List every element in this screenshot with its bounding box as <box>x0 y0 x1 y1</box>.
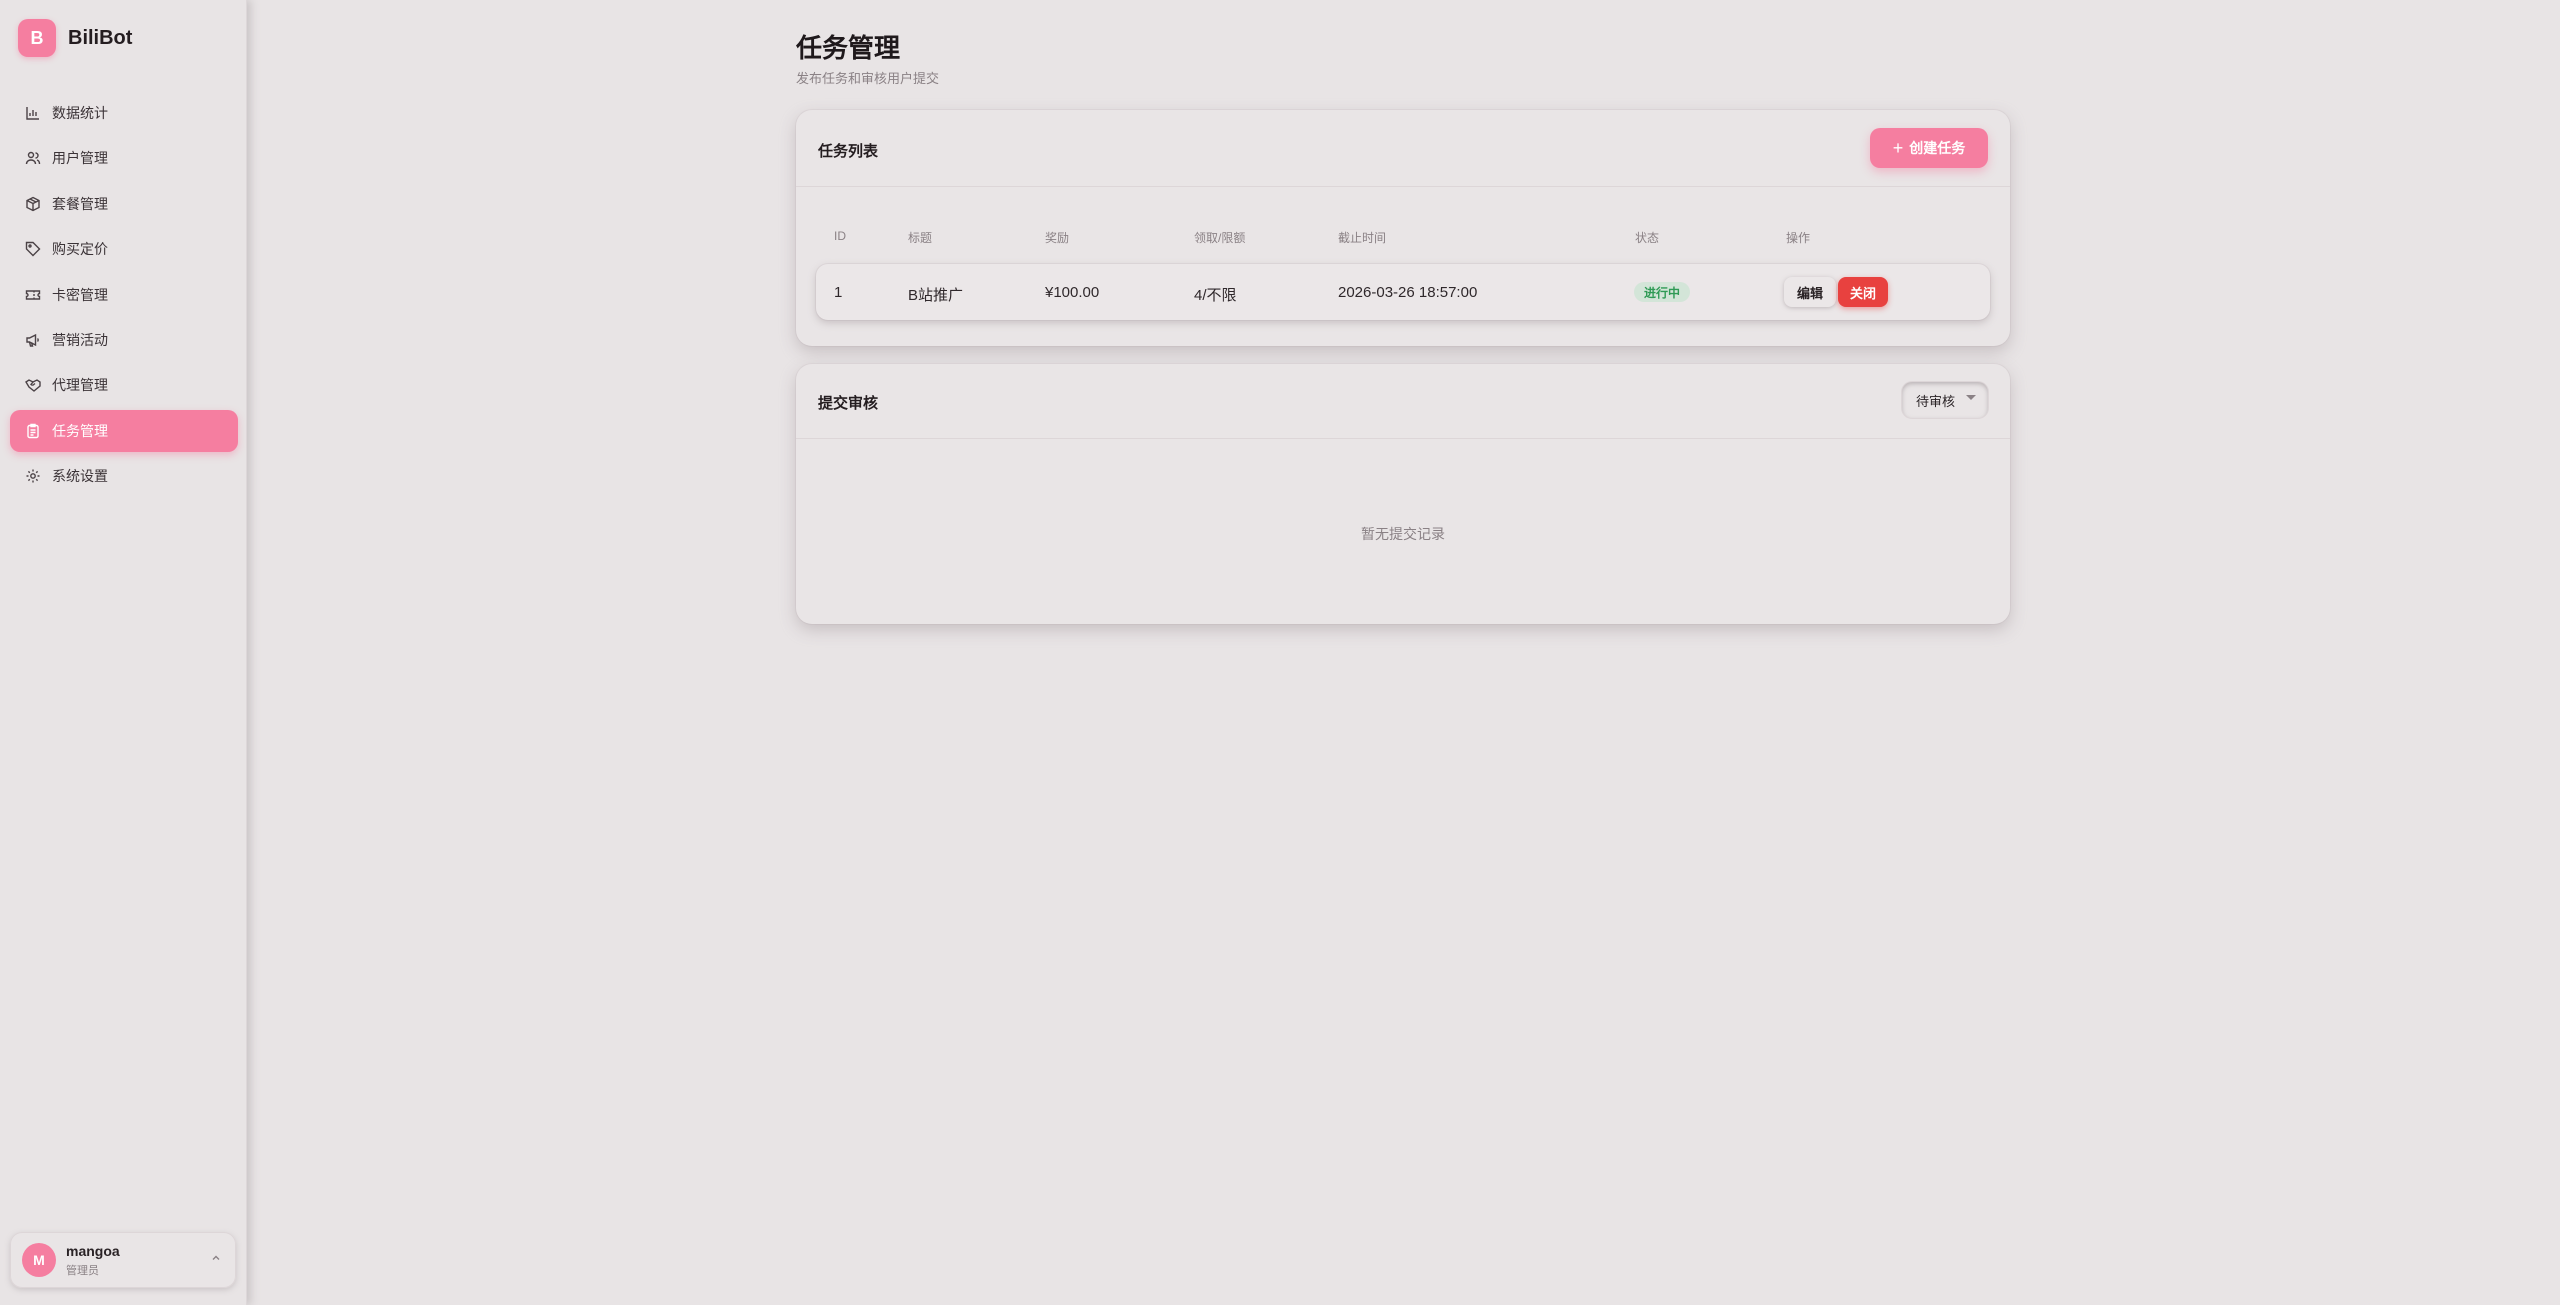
sidebar-item-packages[interactable]: 套餐管理 <box>10 183 238 225</box>
column-header-id: ID <box>834 229 846 243</box>
megaphone-icon <box>24 331 42 349</box>
page-subtitle: 发布任务和审核用户提交 <box>796 71 940 86</box>
chevron-down-icon <box>1966 395 1976 400</box>
sidebar-item-label: 代理管理 <box>52 377 108 394</box>
gear-icon <box>24 467 42 485</box>
avatar: M <box>22 1243 56 1277</box>
user-info: mangoa 管理员 <box>66 1243 120 1278</box>
page-title: 任务管理 <box>796 33 901 63</box>
sidebar-item-label: 购买定价 <box>52 241 108 258</box>
bar-chart-icon <box>24 104 42 122</box>
sidebar-item-label: 营销活动 <box>52 331 108 348</box>
review-status-select[interactable]: 待审核 <box>1902 382 1988 418</box>
column-header-quota: 领取/限额 <box>1194 231 1246 245</box>
task-deadline: 2026-03-26 18:57:00 <box>1338 284 1478 301</box>
empty-state-text: 暂无提交记录 <box>1361 526 1445 542</box>
sidebar-item-label: 数据统计 <box>52 105 108 121</box>
sidebar-item-label: 任务管理 <box>52 422 108 439</box>
column-header-actions: 操作 <box>1786 231 1811 245</box>
column-header-deadline: 截止时间 <box>1338 231 1387 245</box>
create-task-button[interactable]: + 创建任务 <box>1870 128 1988 168</box>
sidebar-item-marketing[interactable]: 营销活动 <box>10 319 238 361</box>
sidebar-item-statistics[interactable]: 数据统计 <box>10 92 238 134</box>
task-title: B站推广 <box>908 287 964 304</box>
sidebar-item-agents[interactable]: 代理管理 <box>10 364 238 406</box>
brand-name: BiliBot <box>68 26 133 49</box>
status-badge: 进行中 <box>1634 282 1691 302</box>
clipboard-icon <box>24 422 42 440</box>
create-task-label: 创建任务 <box>1909 140 1966 156</box>
sidebar-item-tasks[interactable]: 任务管理 <box>10 409 238 452</box>
submission-review-card: 提交审核 待审核 暂无提交记录 <box>796 364 2010 624</box>
sidebar-item-pricing[interactable]: 购买定价 <box>10 228 238 270</box>
column-header-reward: 奖励 <box>1045 231 1070 245</box>
sidebar-nav: 数据统计 用户管理 套餐管理 购买定价 卡密管理 营销活动 代理管理 任务管理 … <box>10 92 238 501</box>
edit-button[interactable]: 编辑 <box>1784 277 1836 307</box>
brand[interactable]: B BiliBot <box>18 19 132 57</box>
users-icon <box>24 149 42 167</box>
sidebar-item-cards[interactable]: 卡密管理 <box>10 274 238 316</box>
submission-review-title: 提交审核 <box>818 395 879 412</box>
close-task-button[interactable]: 关闭 <box>1838 277 1888 307</box>
sidebar-item-settings[interactable]: 系统设置 <box>10 455 238 497</box>
plus-icon: + <box>1892 137 1904 158</box>
brand-logo: B <box>18 19 56 57</box>
handshake-icon <box>24 376 42 394</box>
review-status-value: 待审核 <box>1916 393 1956 409</box>
sidebar: B BiliBot 数据统计 用户管理 套餐管理 购买定价 卡密管理 营销活动 … <box>0 0 247 1305</box>
ticket-icon <box>24 286 42 304</box>
user-menu[interactable]: M mangoa 管理员 <box>10 1232 236 1288</box>
chevron-up-icon <box>210 1251 222 1269</box>
tag-icon <box>24 240 42 258</box>
user-role: 管理员 <box>66 1264 99 1277</box>
task-quota: 4/不限 <box>1194 287 1237 304</box>
sidebar-item-label: 用户管理 <box>52 150 108 167</box>
task-list-title: 任务列表 <box>818 143 879 160</box>
sidebar-item-label: 套餐管理 <box>52 195 108 212</box>
sidebar-item-label: 卡密管理 <box>52 286 108 303</box>
column-header-title: 标题 <box>908 231 933 245</box>
task-list-header: 任务列表 + 创建任务 <box>796 110 2010 187</box>
column-header-status: 状态 <box>1635 231 1660 245</box>
user-name: mangoa <box>66 1242 120 1259</box>
package-icon <box>24 195 42 213</box>
task-id: 1 <box>834 284 843 301</box>
task-reward: ¥100.00 <box>1045 284 1100 301</box>
submission-review-header: 提交审核 待审核 <box>796 364 2010 439</box>
sidebar-item-users[interactable]: 用户管理 <box>10 137 238 179</box>
sidebar-item-label: 系统设置 <box>52 468 108 485</box>
